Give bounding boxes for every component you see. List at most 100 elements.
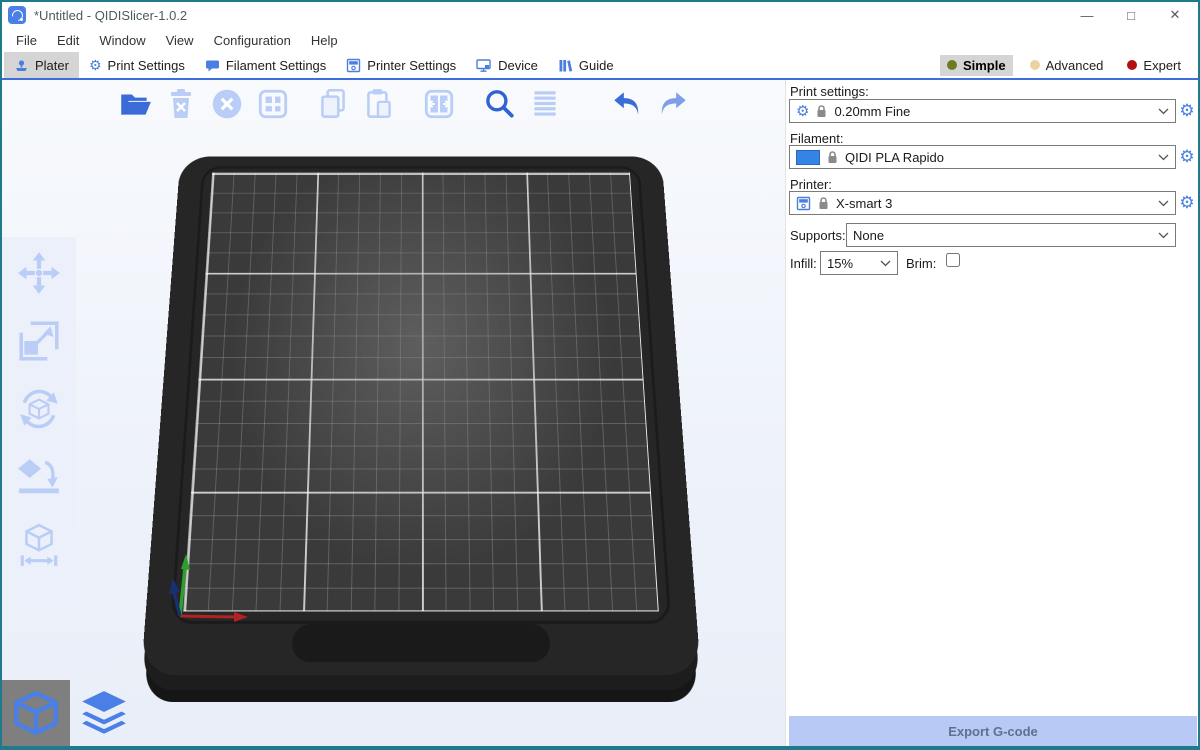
split-objects-icon xyxy=(421,86,457,122)
printer-gear-button[interactable]: ⚙ xyxy=(1178,194,1196,212)
tab-label: Printer Settings xyxy=(367,58,456,73)
scale-gizmo-button[interactable] xyxy=(15,317,63,365)
measure-gizmo-button[interactable] xyxy=(15,521,63,569)
variable-layer-height-button[interactable] xyxy=(526,84,564,124)
window-title: *Untitled - QIDISlicer-1.0.2 xyxy=(34,8,187,23)
undo-icon xyxy=(608,86,646,122)
mode-simple[interactable]: Simple xyxy=(940,55,1013,76)
filament-gear-button[interactable]: ⚙ xyxy=(1178,148,1196,166)
lock-icon xyxy=(818,196,829,210)
tab-print-settings[interactable]: ⚙ Print Settings xyxy=(79,52,195,78)
measure-icon xyxy=(16,522,62,568)
print-settings-gear-button[interactable]: ⚙ xyxy=(1178,102,1196,120)
trash-icon xyxy=(164,86,198,122)
rotate-icon xyxy=(16,386,62,432)
plater-icon xyxy=(14,58,29,73)
undo-button[interactable] xyxy=(608,84,646,124)
lock-icon xyxy=(816,104,827,118)
split-objects-button[interactable] xyxy=(420,84,458,124)
3d-viewport[interactable] xyxy=(2,80,785,746)
scale-icon xyxy=(16,318,62,364)
3d-editor-view-button[interactable] xyxy=(2,680,70,746)
gear-icon: ⚙ xyxy=(89,57,102,74)
view-mode-switcher xyxy=(2,680,138,746)
rotate-gizmo-button[interactable] xyxy=(15,385,63,433)
menu-help[interactable]: Help xyxy=(301,31,348,50)
infill-combo[interactable]: 15% xyxy=(820,251,898,275)
preview-view-button[interactable] xyxy=(70,680,138,746)
menu-view[interactable]: View xyxy=(156,31,204,50)
maximize-button[interactable]: □ xyxy=(1122,8,1140,23)
print-settings-combo[interactable]: ⚙ 0.20mm Fine xyxy=(789,99,1176,123)
mode-advanced[interactable]: Advanced xyxy=(1023,55,1111,76)
filament-spool-icon xyxy=(205,58,220,73)
tab-label: Print Settings xyxy=(108,58,185,73)
tab-label: Plater xyxy=(35,58,69,73)
open-button[interactable] xyxy=(116,84,154,124)
gizmo-toolbar xyxy=(2,237,76,597)
brim-label: Brim: xyxy=(906,256,936,271)
tab-printer-settings[interactable]: Printer Settings xyxy=(336,52,466,78)
chevron-down-icon xyxy=(1158,232,1169,239)
printer-combo[interactable]: X-smart 3 xyxy=(789,191,1176,215)
mode-label: Advanced xyxy=(1046,58,1104,73)
guide-books-icon xyxy=(558,58,573,73)
simple-dot-icon xyxy=(947,60,957,70)
place-on-face-gizmo-button[interactable] xyxy=(15,453,63,501)
mode-expert[interactable]: Expert xyxy=(1120,55,1188,76)
menu-edit[interactable]: Edit xyxy=(47,31,89,50)
tab-guide[interactable]: Guide xyxy=(548,52,624,78)
menu-configuration[interactable]: Configuration xyxy=(204,31,301,50)
copy-icon xyxy=(315,86,351,122)
minimize-button[interactable]: — xyxy=(1078,8,1096,23)
print-settings-label: Print settings: xyxy=(790,84,869,99)
tab-label: Filament Settings xyxy=(226,58,326,73)
preview-layers-icon xyxy=(78,687,130,739)
app-window: *Untitled - QIDISlicer-1.0.2 — □ ✕ File … xyxy=(0,0,1200,750)
paste-button[interactable] xyxy=(360,84,398,124)
arrange-icon xyxy=(255,86,291,122)
title-bar: *Untitled - QIDISlicer-1.0.2 — □ ✕ xyxy=(2,2,1198,28)
filament-combo[interactable]: QIDI PLA Rapido xyxy=(789,145,1176,169)
close-button[interactable]: ✕ xyxy=(1166,7,1184,23)
mode-label: Simple xyxy=(963,58,1006,73)
tab-label: Guide xyxy=(579,58,614,73)
chevron-down-icon xyxy=(1158,154,1169,161)
menu-file[interactable]: File xyxy=(6,31,47,50)
printer-label: Printer: xyxy=(790,177,832,192)
delete-button[interactable] xyxy=(162,84,200,124)
print-settings-value: 0.20mm Fine xyxy=(834,104,910,119)
mode-label: Expert xyxy=(1143,58,1181,73)
app-logo-icon xyxy=(8,6,26,24)
filament-color-swatch xyxy=(796,150,820,165)
tab-filament-settings[interactable]: Filament Settings xyxy=(195,52,336,78)
search-button[interactable] xyxy=(480,84,518,124)
copy-button[interactable] xyxy=(314,84,352,124)
export-gcode-button[interactable]: Export G-code xyxy=(789,716,1197,746)
tab-device[interactable]: Device xyxy=(466,52,548,78)
tab-bar: Plater ⚙ Print Settings Filament Setting… xyxy=(2,52,1198,78)
arrange-button[interactable] xyxy=(254,84,292,124)
expert-dot-icon xyxy=(1127,60,1137,70)
supports-label: Supports: xyxy=(790,228,846,243)
axes-indicator xyxy=(142,500,272,640)
device-monitor-icon xyxy=(476,58,492,73)
supports-combo[interactable]: None xyxy=(846,223,1176,247)
printer-value: X-smart 3 xyxy=(836,196,892,211)
place-on-face-icon xyxy=(16,454,62,500)
redo-button[interactable] xyxy=(654,84,692,124)
mode-selector: Simple Advanced Expert xyxy=(940,55,1196,76)
settings-sidebar: Print settings: ⚙ 0.20mm Fine ⚙ Filament… xyxy=(785,80,1198,746)
move-icon xyxy=(16,250,62,296)
search-icon xyxy=(481,86,517,122)
redo-icon xyxy=(654,86,692,122)
delete-all-button[interactable] xyxy=(208,84,246,124)
menu-window[interactable]: Window xyxy=(89,31,155,50)
bed-grid-plate xyxy=(183,173,659,612)
move-gizmo-button[interactable] xyxy=(15,249,63,297)
tab-plater[interactable]: Plater xyxy=(4,52,79,78)
print-bed xyxy=(101,80,741,715)
lock-icon xyxy=(827,150,838,164)
open-folder-icon xyxy=(117,86,153,122)
brim-checkbox[interactable] xyxy=(946,253,960,267)
